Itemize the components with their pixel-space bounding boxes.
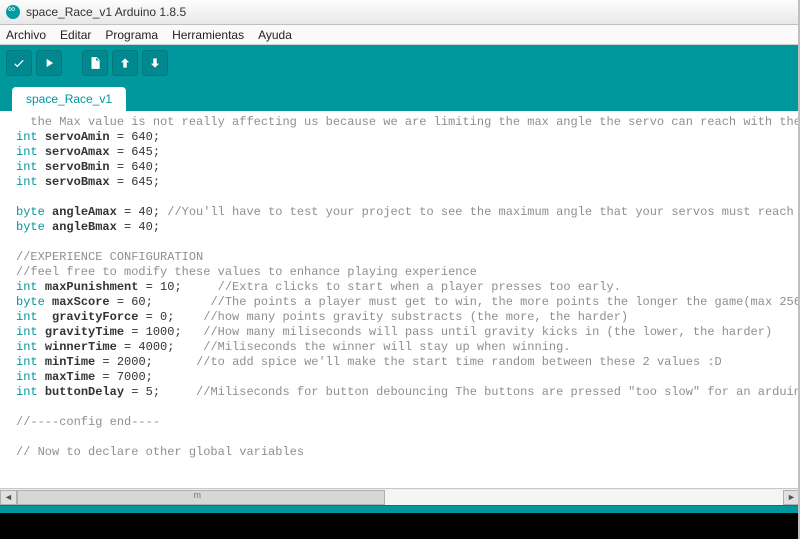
check-icon [12,56,26,70]
save-button[interactable] [142,50,168,76]
tabstrip: space_Race_v1 [0,81,800,111]
scroll-track[interactable]: m [17,490,783,505]
menu-archivo[interactable]: Archivo [6,28,46,42]
menu-herramientas[interactable]: Herramientas [172,28,244,42]
new-button[interactable] [82,50,108,76]
menubar: Archivo Editar Programa Herramientas Ayu… [0,25,800,45]
arduino-logo-icon [6,5,20,19]
console-panel [0,513,800,539]
menu-programa[interactable]: Programa [105,28,158,42]
file-icon [88,56,102,70]
scroll-left-button[interactable]: ◄ [0,490,17,505]
window-title: space_Race_v1 Arduino 1.8.5 [26,5,186,19]
scroll-marker: m [194,490,202,500]
toolbar [0,45,800,81]
open-button[interactable] [112,50,138,76]
menu-ayuda[interactable]: Ayuda [258,28,292,42]
arrow-right-icon [42,56,56,70]
sketch-tab[interactable]: space_Race_v1 [12,87,126,111]
menu-editar[interactable]: Editar [60,28,91,42]
arrow-down-icon [148,56,162,70]
horizontal-scrollbar[interactable]: ◄ m ► [0,488,800,505]
code-area[interactable]: the Max value is not really affecting us… [0,111,800,488]
upload-button[interactable] [36,50,62,76]
arrow-up-icon [118,56,132,70]
window-titlebar: space_Race_v1 Arduino 1.8.5 [0,0,800,25]
verify-button[interactable] [6,50,32,76]
statusbar [0,505,800,513]
editor[interactable]: the Max value is not really affecting us… [0,111,800,505]
scroll-thumb[interactable]: m [17,490,385,505]
